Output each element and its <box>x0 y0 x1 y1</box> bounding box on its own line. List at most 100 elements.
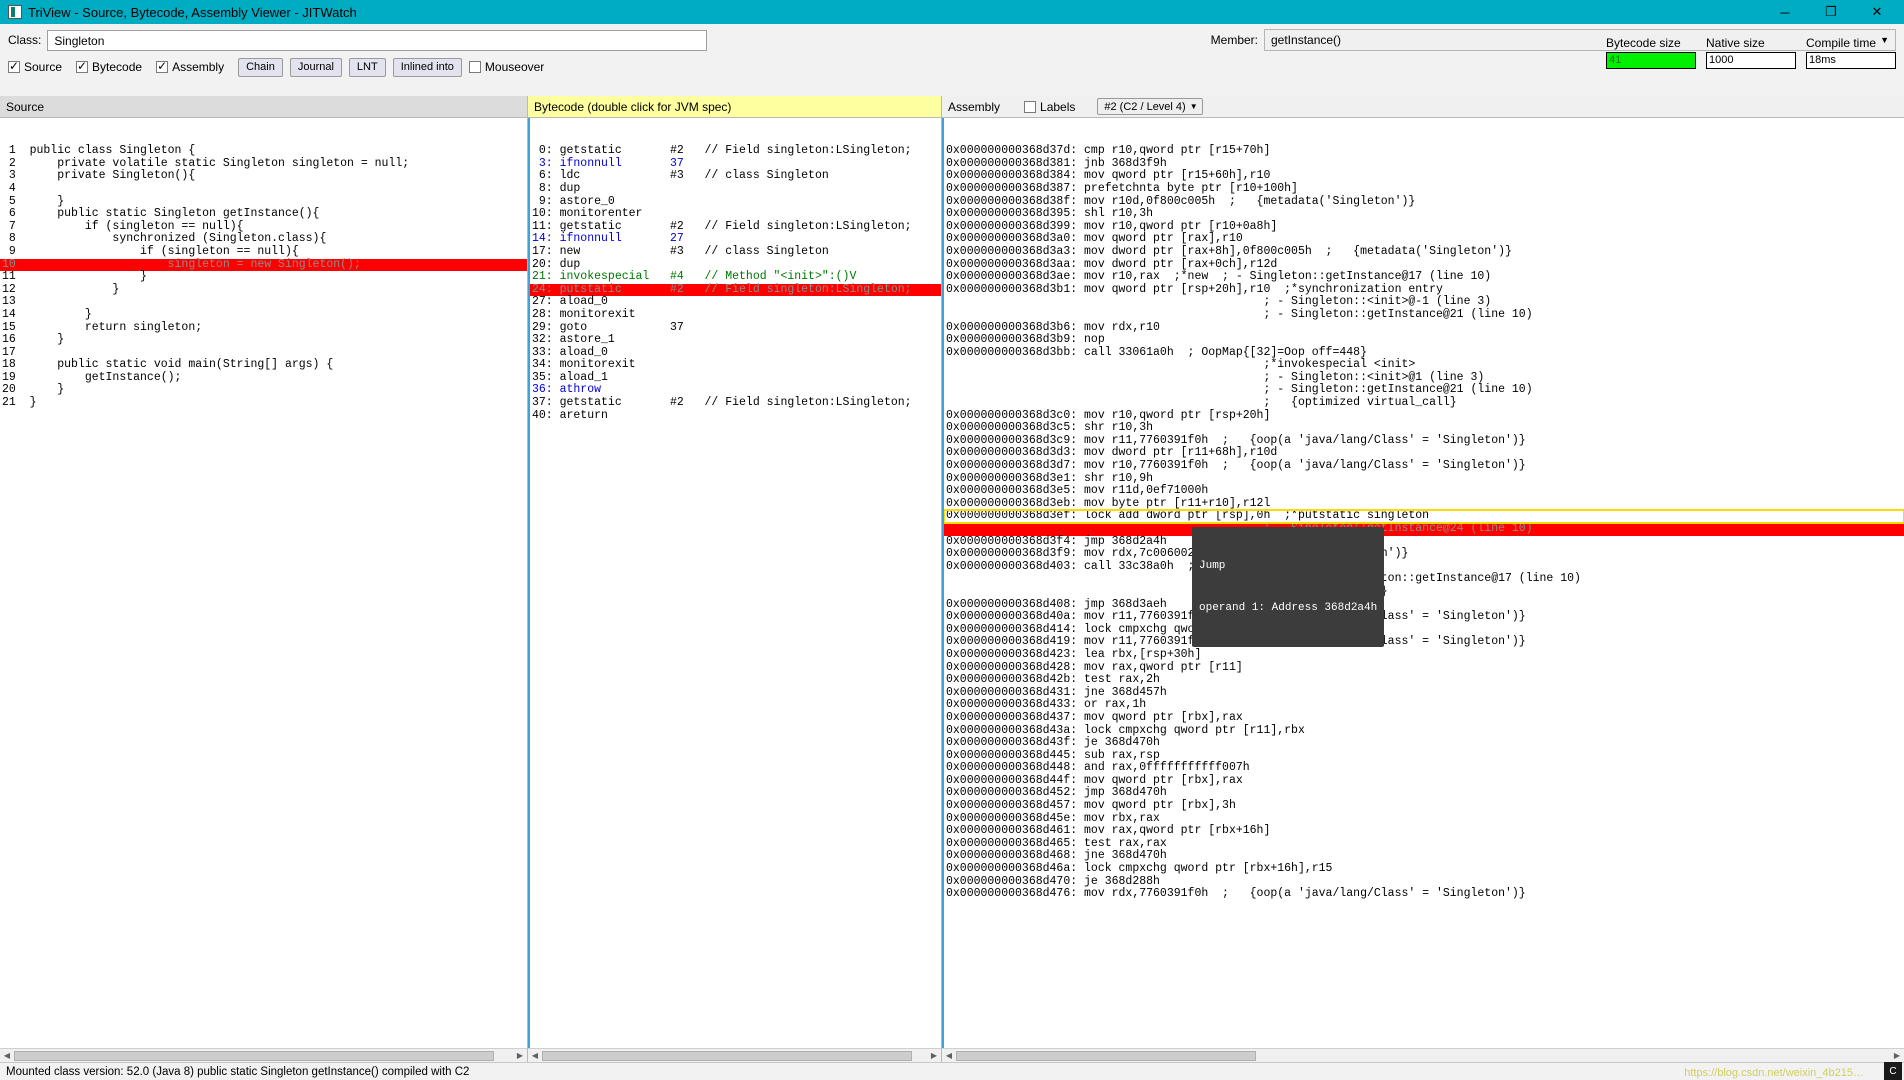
inlined-into-button[interactable]: Inlined into <box>392 57 462 77</box>
checkbox-mouseover-box <box>468 61 481 73</box>
assembly-line[interactable]: 0x000000000368d3f9: mov rdx,7c0060028h ;… <box>944 548 1904 561</box>
source-line[interactable]: 18 public static void main(String[] args… <box>0 359 527 372</box>
source-line[interactable]: 3 private Singleton(){ <box>0 170 527 183</box>
bytecode-lines: 0: getstatic #2 // Field singleton:LSing… <box>530 145 941 422</box>
assembly-line[interactable]: 0x000000000368d46a: lock cmpxchg qword p… <box>944 862 1904 876</box>
assembly-line[interactable]: 0x000000000368d3ae: mov r10,rax ;*new ; … <box>944 271 1904 284</box>
scroll-left-icon[interactable]: ◀ <box>0 1051 14 1060</box>
assembly-line[interactable]: ; - Singleton::getInstance@21 (line 10) <box>944 308 1904 322</box>
assembly-line[interactable]: 0x000000000368d423: lea rbx,[rsp+30h] <box>944 648 1904 662</box>
chain-button[interactable]: Chain <box>238 57 283 77</box>
source-pane-header: Source <box>0 96 527 118</box>
bytecode-line[interactable]: 28: monitorexit <box>530 308 941 322</box>
bytecode-line[interactable]: 40: areturn <box>530 409 941 423</box>
source-pane: Source 1 public class Singleton { 2 priv… <box>0 96 528 1062</box>
assembly-hscrollbar[interactable]: ◀ ▶ <box>942 1048 1904 1062</box>
source-line[interactable]: 20 } <box>0 384 527 397</box>
assembly-tooltip-title: Jump <box>1199 560 1226 573</box>
source-line[interactable]: 9 if (singleton == null){ <box>0 245 527 259</box>
assembly-line[interactable]: 0x000000000368d42b: test rax,2h <box>944 674 1904 687</box>
assembly-line[interactable]: ; {runtime_call} <box>944 585 1904 599</box>
minimize-icon[interactable]: ─ <box>1762 0 1808 24</box>
assembly-line[interactable]: 0x000000000368d461: mov rax,qword ptr [r… <box>944 825 1904 838</box>
source-line[interactable]: 1 public class Singleton { <box>0 145 527 158</box>
source-line[interactable]: 4 <box>0 182 527 196</box>
assembly-pane-header: Assembly Labels #2 (C2 / Level 4) ▼ <box>942 96 1904 118</box>
bytecode-scroll-track[interactable] <box>542 1050 927 1061</box>
assembly-line[interactable]: 0x000000000368d3d7: mov r10,7760391f0h ;… <box>944 459 1904 473</box>
assembly-line[interactable]: 0x000000000368d387: prefetchnta byte ptr… <box>944 182 1904 196</box>
watermark-badge: C <box>1884 1062 1902 1080</box>
scroll-left-icon[interactable]: ◀ <box>528 1051 542 1060</box>
source-hscrollbar[interactable]: ◀ ▶ <box>0 1048 527 1062</box>
assembly-line[interactable]: 0x000000000368d40a: mov r11,7760391f0h ;… <box>944 611 1904 624</box>
assembly-line[interactable]: 0x000000000368d3e5: mov r11d,0ef71000h <box>944 485 1904 498</box>
bytecode-line[interactable]: 10: monitorenter <box>530 208 941 221</box>
scroll-right-icon[interactable]: ▶ <box>927 1051 941 1060</box>
assembly-line[interactable]: 0x000000000368d395: shl r10,3h <box>944 208 1904 221</box>
app-icon <box>8 5 22 19</box>
source-line[interactable]: 19 getInstance(); <box>0 371 527 385</box>
scroll-left-icon[interactable]: ◀ <box>942 1051 956 1060</box>
checkbox-assembly[interactable]: Assembly <box>156 59 224 74</box>
source-lines: 1 public class Singleton { 2 private vol… <box>0 145 527 409</box>
checkbox-source[interactable]: Source <box>8 59 62 74</box>
window-title: TriView - Source, Bytecode, Assembly Vie… <box>28 4 357 20</box>
bytecode-line[interactable]: 34: monitorexit <box>530 359 941 372</box>
source-line[interactable]: 15 return singleton; <box>0 321 527 335</box>
checkbox-bytecode[interactable]: Bytecode <box>76 59 142 74</box>
source-scroll-thumb[interactable] <box>14 1050 494 1061</box>
checkbox-mouseover[interactable]: Mouseover <box>468 60 544 74</box>
source-line[interactable]: 6 public static Singleton getInstance(){ <box>0 208 527 221</box>
bytecode-line[interactable]: 8: dup <box>530 182 941 196</box>
source-line[interactable]: 14 } <box>0 308 527 322</box>
scroll-right-icon[interactable]: ▶ <box>513 1051 527 1060</box>
checkbox-assembly-box <box>156 59 169 73</box>
assembly-line[interactable]: 0x000000000368d437: mov qword ptr [rbx],… <box>944 711 1904 725</box>
assembly-scroll-thumb[interactable] <box>956 1050 1256 1061</box>
assembly-line[interactable]: 0x000000000368d476: mov rdx,7760391f0h ;… <box>944 888 1904 901</box>
journal-button[interactable]: Journal <box>289 57 342 77</box>
source-scroll-track[interactable] <box>14 1050 513 1061</box>
assembly-line[interactable]: 0x000000000368d3c5: shr r10,3h <box>944 422 1904 435</box>
bytecode-scroll-thumb[interactable] <box>542 1050 912 1061</box>
source-line[interactable]: 11 } <box>0 271 527 284</box>
bytecode-line[interactable]: 32: astore_1 <box>530 333 941 347</box>
bytecode-line[interactable]: 17: new #3 // class Singleton <box>530 245 941 259</box>
assembly-line[interactable]: 0x000000000368d3a3: mov dword ptr [rax+8… <box>944 245 1904 259</box>
assembly-scroll-track[interactable] <box>956 1050 1890 1061</box>
checkbox-labels[interactable]: Labels <box>1024 100 1075 114</box>
assembly-line[interactable]: ;*invokespecial <init> <box>944 359 1904 372</box>
class-input[interactable]: Singleton <box>47 29 708 51</box>
assembly-line[interactable]: 0x000000000368d457: mov qword ptr [rbx],… <box>944 799 1904 813</box>
compilation-select[interactable]: #2 (C2 / Level 4) ▼ <box>1097 98 1203 115</box>
source-line[interactable]: 16 } <box>0 333 527 347</box>
checkbox-bytecode-box <box>76 59 89 73</box>
source-line[interactable]: 12 } <box>0 283 527 297</box>
lnt-button[interactable]: LNT <box>348 57 386 77</box>
assembly-line[interactable]: ; - Singleton::getInstance@24 (line 10) <box>944 522 1904 536</box>
source-code-area[interactable]: 1 public class Singleton { 2 private vol… <box>0 118 527 1048</box>
bytecode-line[interactable]: 0: getstatic #2 // Field singleton:LSing… <box>530 145 941 158</box>
assembly-line[interactable]: 0x000000000368d37d: cmp r10,qword ptr [r… <box>944 145 1904 158</box>
assembly-tooltip: Jump operand 1: Address 368d2a4h <box>1192 527 1385 648</box>
bytecode-line[interactable]: 21: invokespecial #4 // Method "<init>":… <box>530 271 941 284</box>
bytecode-line[interactable]: 37: getstatic #2 // Field singleton:LSin… <box>530 396 941 410</box>
assembly-code-area[interactable]: 0x000000000368d37d: cmp r10,qword ptr [r… <box>942 118 1904 1048</box>
metric-bytecode-size: Bytecode size 41 <box>1606 36 1696 69</box>
watermark-text: https://blog.csdn.net/weixin_4b215… <box>1684 1067 1864 1079</box>
maximize-icon[interactable]: ❐ <box>1808 0 1854 24</box>
close-icon[interactable]: ✕ <box>1854 0 1900 24</box>
source-line[interactable]: 21 } <box>0 396 527 410</box>
bytecode-code-area[interactable]: 0: getstatic #2 // Field singleton:LSing… <box>528 118 941 1048</box>
statusbar-text: Mounted class version: 52.0 (Java 8) pub… <box>6 1065 470 1078</box>
assembly-line[interactable]: 0x000000000368d43f: je 368d470h <box>944 736 1904 750</box>
scroll-right-icon[interactable]: ▶ <box>1890 1051 1904 1060</box>
member-label: Member: <box>1210 33 1258 47</box>
window-titlebar: TriView - Source, Bytecode, Assembly Vie… <box>0 0 1904 24</box>
assembly-line[interactable]: 0x000000000368d3b9: nop <box>944 333 1904 347</box>
assembly-line[interactable]: ; {optimized virtual_call} <box>944 396 1904 410</box>
assembly-line[interactable]: 0x000000000368d448: and rax,0fffffffffff… <box>944 762 1904 775</box>
bytecode-pane-header[interactable]: Bytecode (double click for JVM spec) <box>528 96 941 118</box>
bytecode-hscrollbar[interactable]: ◀ ▶ <box>528 1048 941 1062</box>
